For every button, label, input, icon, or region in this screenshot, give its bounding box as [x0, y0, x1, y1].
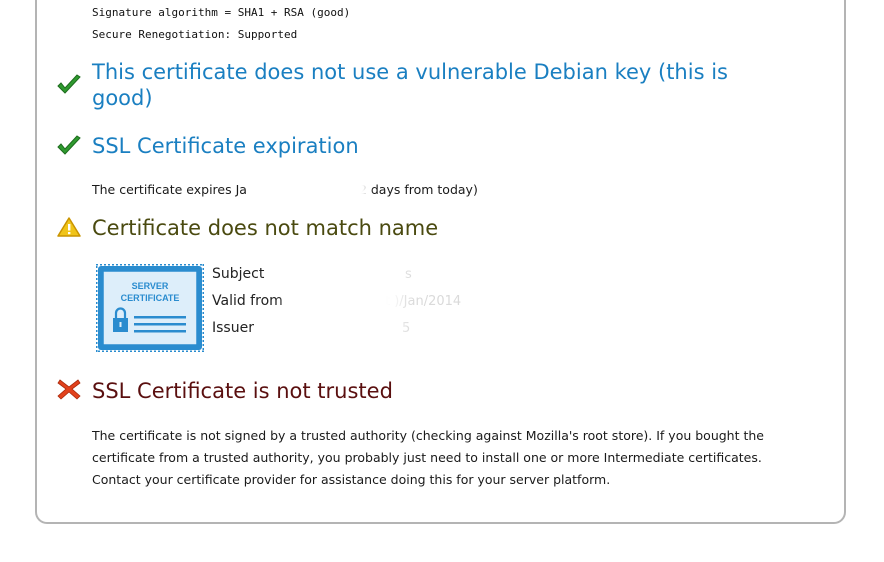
checkmark-icon [57, 135, 81, 155]
subject-value: s [405, 267, 412, 282]
svg-text:CERTIFICATE: CERTIFICATE [121, 293, 180, 303]
warning-icon [57, 217, 81, 237]
redaction-blur [258, 172, 368, 200]
debian-key-heading: This certificate does not use a vulnerab… [92, 60, 728, 110]
subject-label: Subject [212, 266, 265, 282]
redaction-blur [455, 205, 655, 255]
server-certificate-icon: SERVER CERTIFICATE [96, 264, 204, 352]
name-mismatch-heading: Certificate does not match name [92, 216, 439, 240]
svg-text:SERVER: SERVER [132, 281, 169, 291]
secure-renegotiation-line: Secure Renegotiation: Supported [92, 28, 298, 41]
valid-from-label: Valid from [212, 293, 283, 309]
not-trusted-heading: SSL Certificate is not trusted [92, 379, 393, 403]
expiration-heading: SSL Certificate expiration [92, 134, 359, 158]
issuer-value: 5 [402, 321, 411, 336]
redaction-blur [290, 262, 400, 342]
not-trusted-explanation: The certificate is not signed by a trust… [92, 428, 764, 487]
checkmark-icon [57, 74, 81, 94]
issuer-label: Issuer [212, 320, 254, 336]
signature-algorithm-line: Signature algorithm = SHA1 + RSA (good) [92, 6, 351, 19]
error-x-icon [57, 379, 81, 400]
